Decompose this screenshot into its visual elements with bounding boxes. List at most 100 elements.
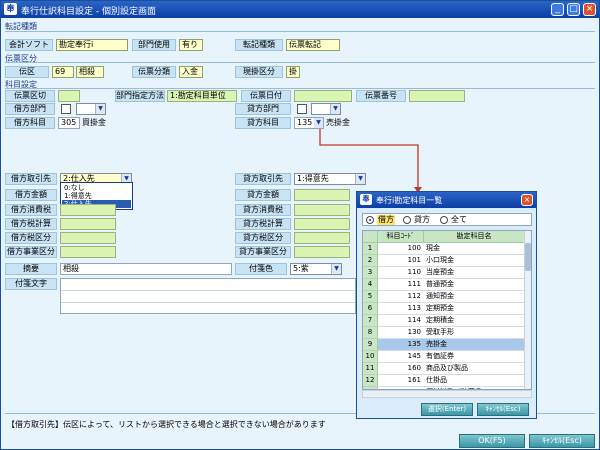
credit-dept-checkbox[interactable] <box>297 104 307 114</box>
dropdown-option[interactable]: 0:なし <box>62 184 131 192</box>
scrollbar-thumb[interactable] <box>525 243 531 271</box>
credit-amount-field[interactable] <box>294 189 350 201</box>
account-name-cell: 当座預金 <box>424 267 525 279</box>
slip-class-field[interactable]: 入金 <box>179 66 203 78</box>
radio-debit-label[interactable]: 借方 <box>377 215 395 225</box>
credit-partner-dropdown[interactable]: 1:得意先 ▼ <box>294 173 366 185</box>
table-row[interactable]: 3 110 当座預金 <box>363 267 525 279</box>
debit-biz-label: 借方事業区分 <box>5 246 57 258</box>
table-row[interactable]: 1 100 現金 <box>363 243 525 255</box>
dialog-cancel-button[interactable]: ｷｬﾝｾﾙ(Esc) <box>477 403 529 416</box>
horizontal-scrollbar[interactable] <box>362 390 532 398</box>
dept-use-label: 部門使用 <box>132 39 176 51</box>
table-row[interactable]: 9 135 売掛金 <box>363 339 525 351</box>
account-code-cell: 160 <box>378 363 424 375</box>
table-row[interactable]: 5 112 通知預金 <box>363 291 525 303</box>
debit-tax-class-field[interactable] <box>60 232 116 244</box>
table-row[interactable]: 10 145 有価証券 <box>363 351 525 363</box>
credit-biz-field[interactable] <box>294 246 350 258</box>
debit-tax-calc-label: 借方税計算 <box>5 218 57 230</box>
sticky-color-label: 付箋色 <box>235 263 287 275</box>
dropdown-option[interactable]: 1:得意先 <box>62 192 131 200</box>
select-button[interactable]: 選択(Enter) <box>421 403 473 416</box>
radio-debit[interactable] <box>366 216 374 224</box>
row-number: 7 <box>363 315 378 327</box>
row-number: 11 <box>363 363 378 375</box>
table-row[interactable]: 11 160 商品及び製品 <box>363 363 525 375</box>
account-code-cell: 114 <box>378 315 424 327</box>
debit-amount-label: 借方金額 <box>5 189 57 201</box>
cancel-button[interactable]: ｷｬﾝｾﾙ(Esc) <box>529 434 595 448</box>
credit-dept-dropdown[interactable]: ▼ <box>311 103 341 115</box>
credit-partner-value: 1:得意先 <box>297 174 329 183</box>
accounting-software-field[interactable]: 勘定奉行i <box>56 39 128 51</box>
row-number: 8 <box>363 327 378 339</box>
account-name-cell: 普通預金 <box>424 279 525 291</box>
dialog-close-button[interactable]: × <box>521 194 533 206</box>
slip-date-field[interactable] <box>294 90 352 102</box>
account-code-cell: 111 <box>378 279 424 291</box>
debit-dept-checkbox[interactable] <box>61 104 71 114</box>
account-name-cell: 定期積金 <box>424 315 525 327</box>
app-logo-icon: 奉 <box>360 194 372 205</box>
table-row[interactable]: 4 111 普通預金 <box>363 279 525 291</box>
table-row[interactable]: 7 114 定期積金 <box>363 315 525 327</box>
radio-credit[interactable] <box>403 216 411 224</box>
debit-partner-label: 借方取引先 <box>5 173 57 185</box>
row-number: 4 <box>363 279 378 291</box>
divider <box>5 31 595 32</box>
slip-number-field[interactable] <box>409 90 465 102</box>
pointer-arrow <box>319 129 422 193</box>
chevron-down-icon: ▼ <box>330 104 340 114</box>
slip-division-code-field[interactable]: 69 <box>52 66 74 78</box>
column-header-code[interactable]: 科目ｺｰﾄﾞ <box>378 231 424 243</box>
maximize-button[interactable]: □ <box>567 3 580 16</box>
debit-biz-field[interactable] <box>60 246 116 258</box>
radio-credit-label[interactable]: 貸方 <box>414 215 430 225</box>
close-button[interactable]: × <box>583 3 596 16</box>
row-number: 12 <box>363 375 378 387</box>
table-row[interactable]: 12 161 仕掛品 <box>363 375 525 387</box>
ok-button[interactable]: OK(F5) <box>459 434 525 448</box>
column-header-name[interactable]: 勘定科目名 <box>424 231 525 243</box>
table-row[interactable]: 2 101 小口現金 <box>363 255 525 267</box>
credit-tax-calc-field[interactable] <box>294 218 350 230</box>
sticky-color-dropdown[interactable]: 5:紫 ▼ <box>290 263 342 275</box>
minimize-button[interactable]: _ <box>551 3 564 16</box>
title-bar: 奉 奉行仕訳科目設定 - 個別設定画面 _ □ × <box>1 1 599 18</box>
slip-division-name-field[interactable]: 相殺 <box>76 66 104 78</box>
credit-biz-label: 貸方事業区分 <box>235 246 291 258</box>
debit-tax-calc-field[interactable] <box>60 218 116 230</box>
debit-tax-field[interactable] <box>60 204 116 216</box>
grid-corner <box>363 231 378 243</box>
current-div-field[interactable]: 掛 <box>286 66 300 78</box>
sticky-text-area[interactable] <box>60 278 356 314</box>
dept-method-field[interactable]: 1:勘定科目単位 <box>167 90 237 102</box>
credit-dept-label: 貸方部門 <box>235 103 291 115</box>
divider <box>5 62 595 63</box>
account-name-cell: 商品及び製品 <box>424 363 525 375</box>
slip-class-label: 伝票分類 <box>132 66 176 78</box>
transfer-kind-field[interactable]: 伝票転記 <box>286 39 340 51</box>
account-list-dialog: 奉 奉行i勘定科目一覧 × 借方 貸方 全て 科目ｺｰﾄﾞ 勘定科目名 1 100… <box>356 191 537 419</box>
dept-use-field[interactable]: 有り <box>179 39 203 51</box>
account-name-cell: 定期預金 <box>424 303 525 315</box>
row-number: 2 <box>363 255 378 267</box>
account-name-cell: 現金 <box>424 243 525 255</box>
slip-division-label: 伝区 <box>5 66 49 78</box>
credit-tax-field[interactable] <box>294 204 350 216</box>
radio-all-label[interactable]: 全て <box>451 215 467 225</box>
table-row[interactable]: 6 113 定期預金 <box>363 303 525 315</box>
account-name-cell: 売掛金 <box>424 339 525 351</box>
table-row[interactable]: 8 130 受取手形 <box>363 327 525 339</box>
slip-div-cut-field[interactable] <box>58 90 80 102</box>
debit-account-code-field[interactable]: 305 <box>58 117 80 129</box>
memo-field[interactable]: 相殺 <box>60 263 232 275</box>
debit-dept-dropdown[interactable]: ▼ <box>76 103 106 115</box>
sticky-text-label: 付箋文字 <box>5 278 57 290</box>
account-code-cell: 113 <box>378 303 424 315</box>
credit-tax-class-field[interactable] <box>294 232 350 244</box>
credit-partner-label: 貸方取引先 <box>235 173 291 185</box>
vertical-scrollbar[interactable] <box>524 231 531 389</box>
radio-all[interactable] <box>440 216 448 224</box>
